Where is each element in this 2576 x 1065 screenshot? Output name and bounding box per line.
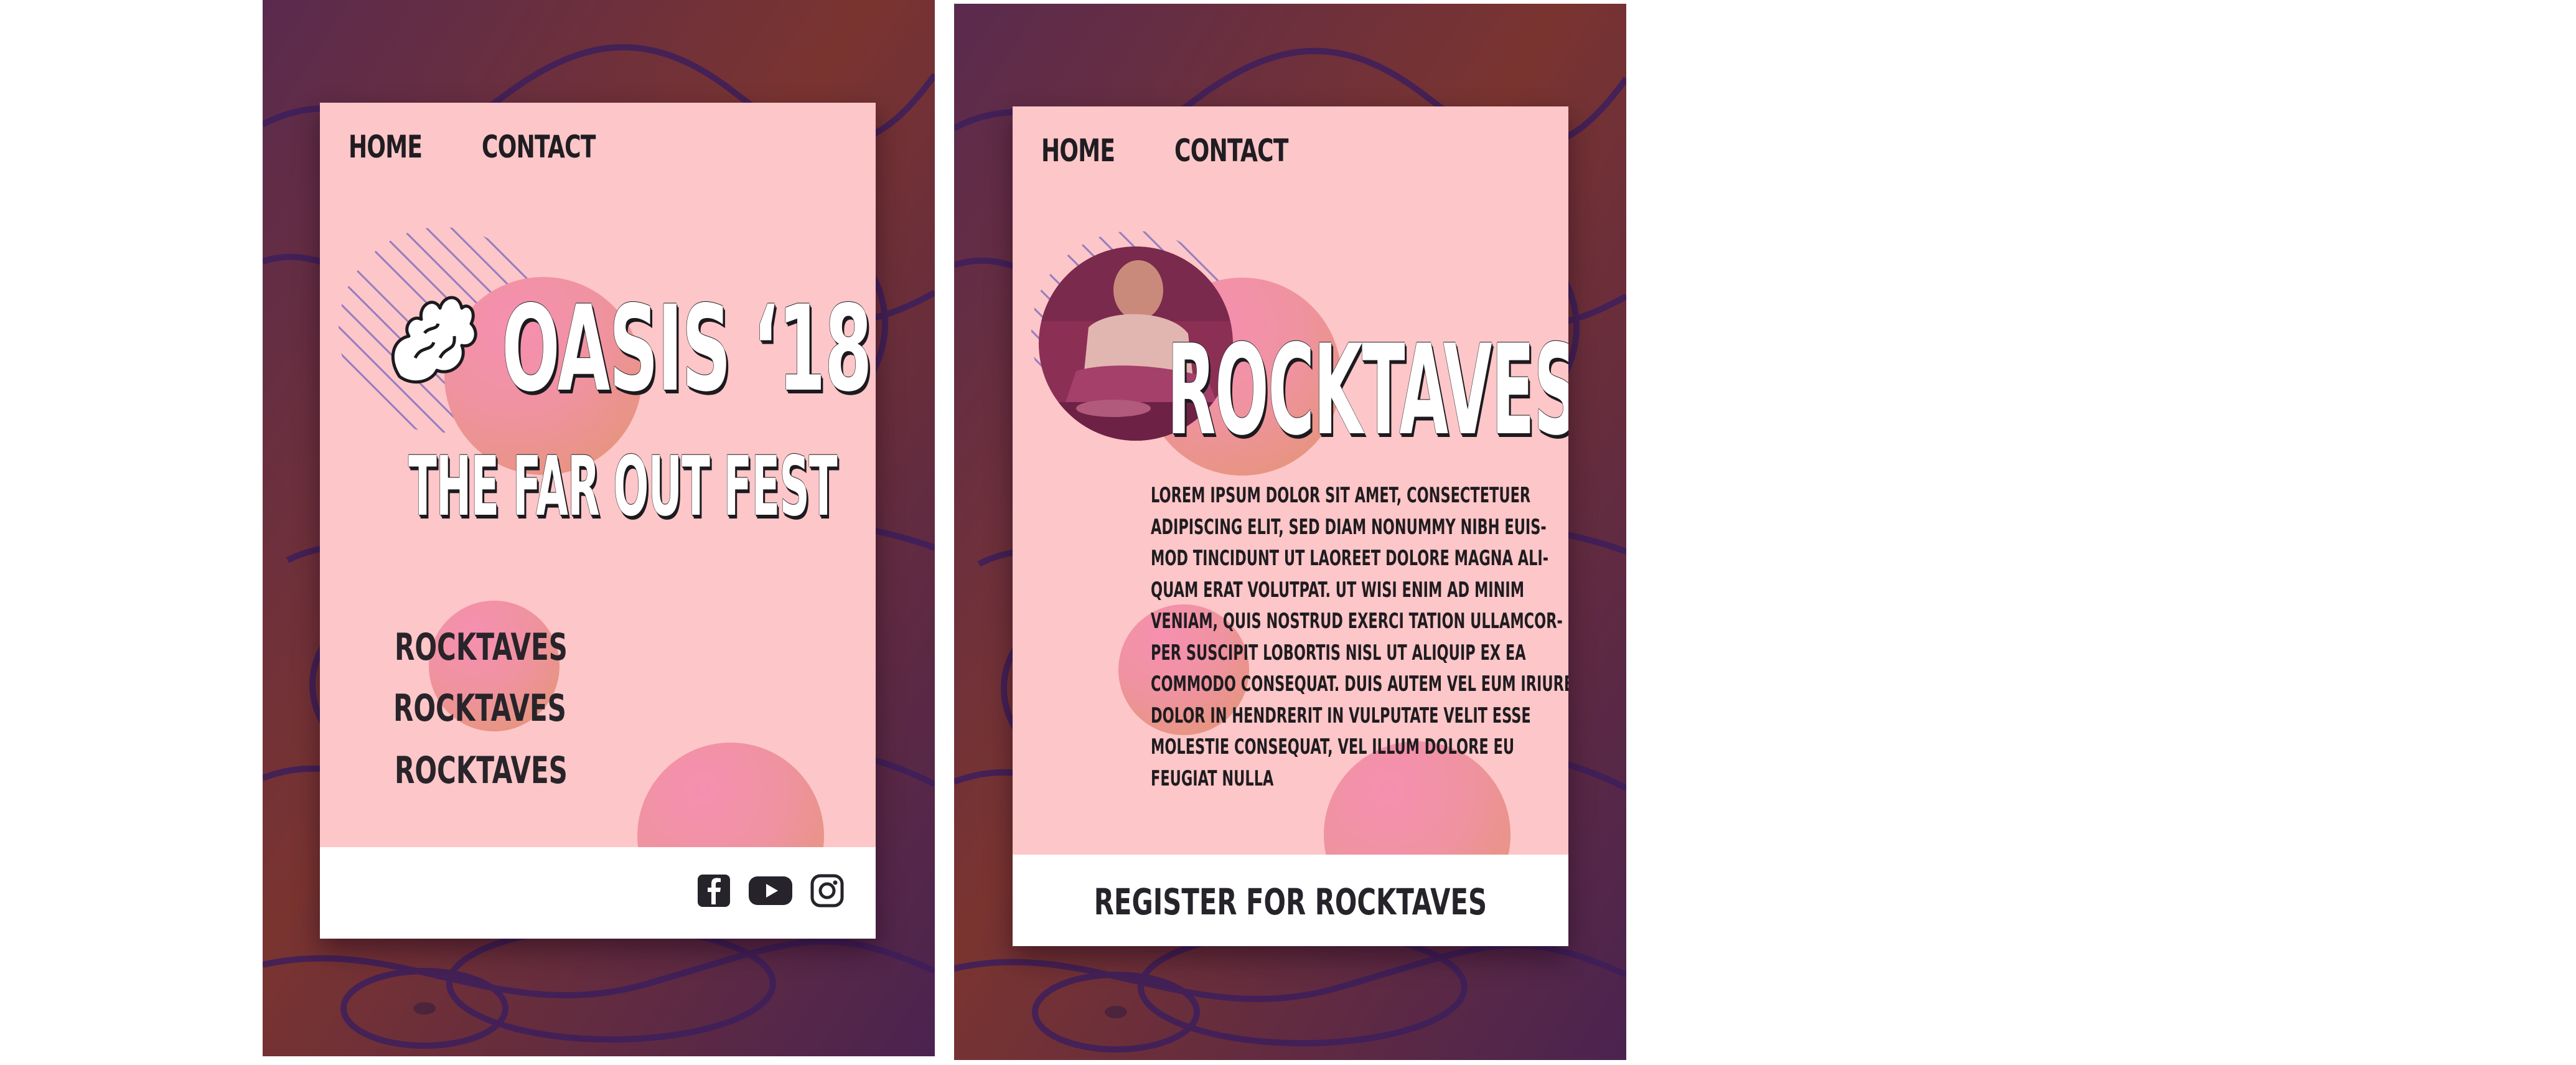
- nav-home-link[interactable]: HOME: [349, 129, 423, 165]
- youtube-icon[interactable]: [747, 873, 794, 908]
- event-title: ROCKTAVES: [1167, 318, 1568, 463]
- facebook-icon[interactable]: [696, 873, 731, 908]
- menu-item-rocktaves-2[interactable]: ROCKTAVES: [393, 687, 566, 730]
- top-nav: HOME CONTACT: [1041, 133, 1332, 169]
- screen-home-card: HOME CONTACT OASIS ‘18 THE FAR OUT FEST …: [320, 103, 876, 939]
- festival-subtitle: THE FAR OUT FEST: [408, 439, 838, 535]
- footer-bar: REGISTER FOR ROCKTAVES: [1013, 855, 1568, 946]
- register-button[interactable]: REGISTER FOR ROCKTAVES: [1013, 881, 1568, 923]
- nav-home-link[interactable]: HOME: [1041, 133, 1115, 169]
- social-links: [696, 873, 845, 908]
- menu-item-rocktaves-1[interactable]: ROCKTAVES: [395, 626, 568, 669]
- menu-item-rocktaves-3[interactable]: ROCKTAVES: [395, 749, 568, 792]
- festival-title: OASIS ‘18: [502, 280, 872, 418]
- nav-contact-link[interactable]: CONTACT: [482, 129, 596, 165]
- screen-event-card: HOME CONTACT ROCKTAVES LOREM IPSUM DOLOR…: [1013, 106, 1568, 946]
- event-description: LOREM IPSUM DOLOR SIT AMET, CONSECTETUER…: [1151, 483, 1568, 791]
- instagram-icon[interactable]: [810, 873, 845, 908]
- top-nav: HOME CONTACT: [349, 129, 640, 165]
- flame-hand-icon: [391, 296, 477, 384]
- nav-contact-link[interactable]: CONTACT: [1174, 133, 1288, 169]
- footer-bar: [320, 847, 876, 939]
- register-label: REGISTER FOR ROCKTAVES: [1094, 881, 1487, 923]
